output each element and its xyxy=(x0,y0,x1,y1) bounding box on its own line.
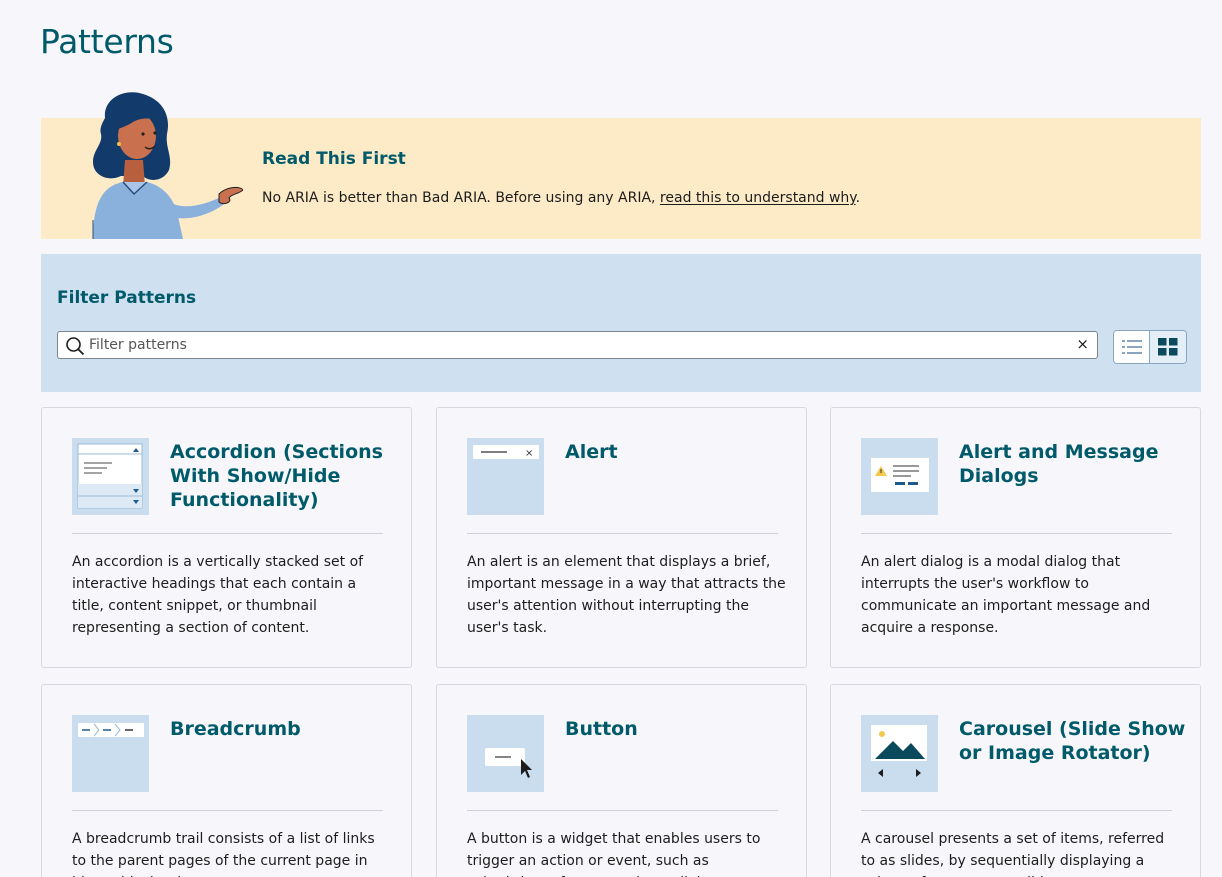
filter-title: Filter Patterns xyxy=(57,288,197,308)
svg-text:×: × xyxy=(525,448,533,459)
page-title: Patterns xyxy=(40,22,174,61)
alert-icon: × xyxy=(467,438,544,515)
divider xyxy=(861,810,1172,811)
button-icon xyxy=(467,715,544,792)
card-description: An alert is an element that displays a b… xyxy=(467,554,786,636)
filter-input[interactable] xyxy=(89,334,1049,356)
card-description: A button is a widget that enables users … xyxy=(467,831,761,877)
list-view-icon xyxy=(1121,340,1142,354)
accordion-icon xyxy=(72,438,149,515)
card-description: An accordion is a vertically stacked set… xyxy=(72,554,364,636)
card-title[interactable]: Button xyxy=(565,717,795,741)
pattern-card-carousel[interactable]: Carousel (Slide Show or Image Rotator) A… xyxy=(830,684,1201,877)
view-toggle xyxy=(1113,330,1187,364)
pattern-card-button[interactable]: Button A button is a widget that enables… xyxy=(436,684,807,877)
grid-view-icon xyxy=(1158,338,1178,356)
banner-text: No ARIA is better than Bad ARIA. Before … xyxy=(262,190,860,206)
banner-title: Read This First xyxy=(262,149,406,169)
read-first-banner: Read This First No ARIA is better than B… xyxy=(41,92,1201,239)
grid-view-button[interactable] xyxy=(1150,331,1186,363)
pattern-card-alert[interactable]: × Alert An alert is an element that disp… xyxy=(436,407,807,668)
person-illustration xyxy=(63,90,243,239)
divider xyxy=(861,533,1172,534)
search-icon xyxy=(66,337,85,356)
alert-dialog-icon xyxy=(861,438,938,515)
pattern-card-alert-dialog[interactable]: Alert and Message Dialogs An alert dialo… xyxy=(830,407,1201,668)
card-title[interactable]: Accordion (Sections With Show/Hide Funct… xyxy=(170,440,400,512)
card-title[interactable]: Carousel (Slide Show or Image Rotator) xyxy=(959,717,1189,765)
understand-why-link[interactable]: read this to understand why xyxy=(660,190,856,206)
divider xyxy=(467,533,778,534)
list-view-button[interactable] xyxy=(1114,331,1151,363)
card-title[interactable]: Alert and Message Dialogs xyxy=(959,440,1189,488)
divider xyxy=(467,810,778,811)
pattern-card-accordion[interactable]: Accordion (Sections With Show/Hide Funct… xyxy=(41,407,412,668)
divider xyxy=(72,810,383,811)
pattern-card-breadcrumb[interactable]: Breadcrumb A breadcrumb trail consists o… xyxy=(41,684,412,877)
clear-filter-button[interactable]: × xyxy=(1076,335,1089,353)
carousel-icon xyxy=(861,715,938,792)
banner-text-before: No ARIA is better than Bad ARIA. Before … xyxy=(262,190,660,206)
breadcrumb-icon xyxy=(72,715,149,792)
card-description: A breadcrumb trail consists of a list of… xyxy=(72,831,375,877)
banner-text-after: . xyxy=(855,190,861,206)
card-description: A carousel presents a set of items, refe… xyxy=(861,831,1165,877)
divider xyxy=(72,533,383,534)
card-title[interactable]: Breadcrumb xyxy=(170,717,400,741)
filter-panel: Filter Patterns × xyxy=(41,254,1201,392)
card-description: An alert dialog is a modal dialog that i… xyxy=(861,554,1151,636)
filter-box: × xyxy=(57,331,1098,359)
card-title[interactable]: Alert xyxy=(565,440,795,464)
